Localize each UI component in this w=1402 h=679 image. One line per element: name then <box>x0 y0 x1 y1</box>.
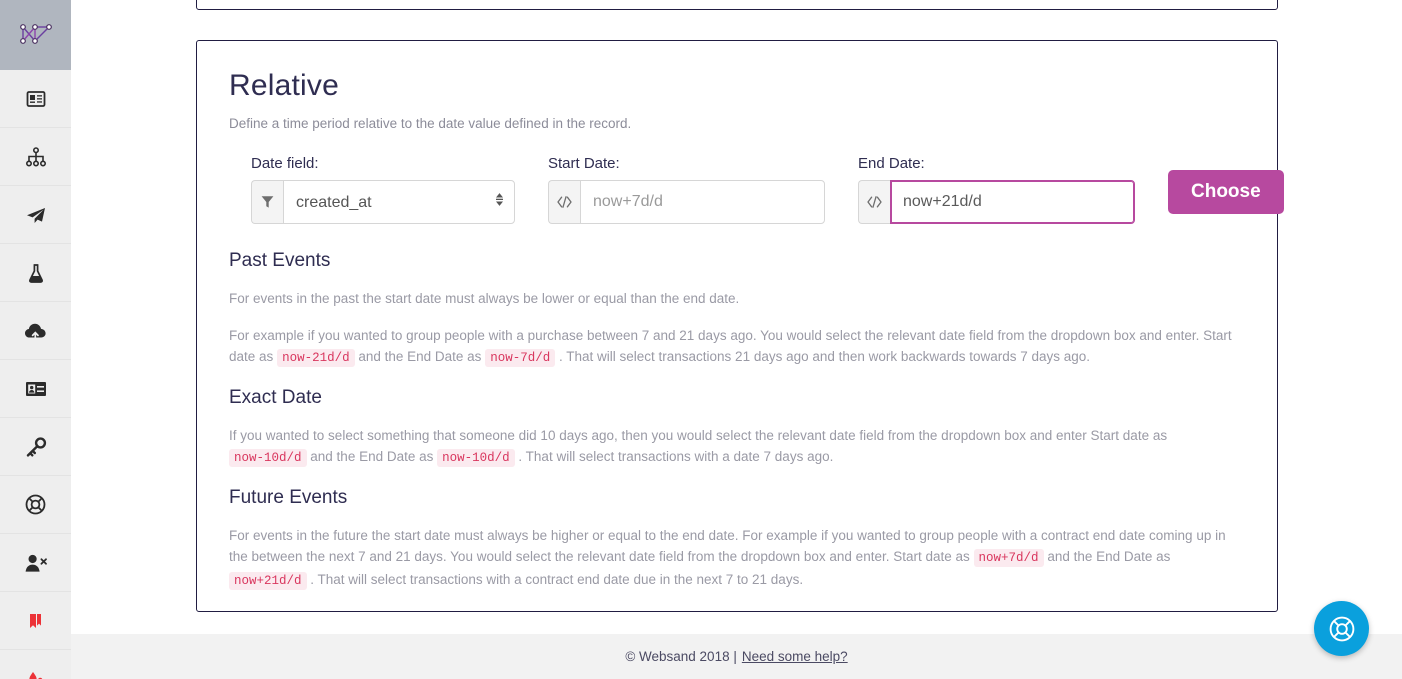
exact-p1-text-b: and the End Date as <box>310 449 434 464</box>
life-ring-icon <box>25 494 46 515</box>
start-date-group: Start Date: <box>548 155 825 224</box>
future-p1-text-b: and the End Date as <box>1047 549 1171 564</box>
main-content: Relative Define a time period relative t… <box>71 0 1402 679</box>
sidebar-item-records[interactable] <box>0 70 71 128</box>
future-p1-code-1: now+7d/d <box>973 549 1044 567</box>
cloud-upload-icon <box>24 323 46 339</box>
past-events-paragraph-1: For events in the past the start date mu… <box>229 291 740 306</box>
footer-copyright: © Websand 2018 | <box>625 649 737 664</box>
page-title: Relative <box>229 69 339 102</box>
sidebar-item-segments[interactable] <box>0 128 71 186</box>
life-ring-icon <box>1329 616 1354 641</box>
exact-p1-code-2: now-10d/d <box>437 449 515 467</box>
sidebar-item-imports[interactable] <box>0 302 71 360</box>
address-card-icon <box>26 90 45 107</box>
droplets-icon <box>28 671 42 679</box>
sidebar-item-bookmarks[interactable] <box>0 592 71 650</box>
exact-p1-text-a: If you wanted to select something that s… <box>229 428 1168 443</box>
choose-button[interactable]: Choose <box>1168 170 1284 214</box>
help-support-button[interactable] <box>1314 601 1369 656</box>
end-date-input[interactable] <box>890 180 1135 224</box>
sidebar-logo[interactable] <box>0 0 71 70</box>
date-field-select[interactable]: created_at <box>283 180 515 224</box>
sidebar-item-support[interactable] <box>0 476 71 534</box>
start-date-label: Start Date: <box>548 155 620 172</box>
app-root: Relative Define a time period relative t… <box>0 0 1402 679</box>
bookmark-icon <box>29 613 41 628</box>
network-graph-logo-icon <box>19 24 52 44</box>
sidebar-item-campaigns[interactable] <box>0 186 71 244</box>
end-date-input-group <box>858 180 1135 224</box>
future-events-paragraph: For events in the future the start date … <box>229 525 1245 592</box>
past-p2-code-1: now-21d/d <box>277 349 355 367</box>
documentation: Past Events For events in the past the s… <box>213 250 1261 592</box>
sidebar-item-api-keys[interactable] <box>0 418 71 476</box>
id-card-icon <box>25 381 46 396</box>
exact-p1-text-c: . That will select transactions with a d… <box>518 449 834 464</box>
future-p1-text-c: . That will select transactions with a c… <box>310 572 804 587</box>
key-icon <box>26 436 46 457</box>
past-p2-code-2: now-7d/d <box>485 349 556 367</box>
date-field-label: Date field: <box>251 155 319 172</box>
previous-card-partial <box>196 0 1278 10</box>
past-p2-text-c: . That will select transactions 21 days … <box>558 349 1091 364</box>
sidebar-item-data[interactable] <box>0 650 71 679</box>
relative-period-card: Relative Define a time period relative t… <box>196 40 1284 612</box>
past-events-heading: Past Events <box>229 250 331 271</box>
exact-p1-code-1: now-10d/d <box>229 449 307 467</box>
flask-icon <box>28 263 43 283</box>
exact-date-paragraph: If you wanted to select something that s… <box>229 425 1245 469</box>
code-icon <box>858 180 890 224</box>
filter-icon <box>251 180 283 224</box>
end-date-label: End Date: <box>858 155 925 172</box>
date-field-select-wrap: created_at <box>283 180 515 224</box>
exact-date-heading: Exact Date <box>229 387 322 408</box>
future-p1-code-2: now+21d/d <box>229 572 307 590</box>
footer-help-link[interactable]: Need some help? <box>742 649 848 664</box>
sidebar-item-profiles[interactable] <box>0 360 71 418</box>
past-events-paragraph-2: For example if you wanted to group peopl… <box>229 325 1245 369</box>
relative-period-form: Date field: created_at Start Date: now+7… <box>251 155 1284 224</box>
date-field-input-group: created_at <box>251 180 515 224</box>
footer: © Websand 2018 | Need some help? <box>71 634 1402 679</box>
paper-plane-icon <box>26 207 45 223</box>
code-icon <box>548 180 580 224</box>
end-date-group: End Date: <box>858 155 1135 224</box>
date-field-group: Date field: created_at <box>251 155 515 224</box>
start-date-input-group <box>548 180 825 224</box>
sidebar <box>0 0 71 679</box>
future-events-heading: Future Events <box>229 487 348 508</box>
sidebar-item-experiments[interactable] <box>0 244 71 302</box>
sidebar-item-suppressions[interactable] <box>0 534 71 592</box>
past-p2-text-b: and the End Date as <box>358 349 482 364</box>
page-subtitle: Define a time period relative to the dat… <box>229 116 632 131</box>
start-date-input[interactable] <box>580 180 825 224</box>
user-times-icon <box>25 554 47 572</box>
sitemap-icon <box>25 146 46 167</box>
